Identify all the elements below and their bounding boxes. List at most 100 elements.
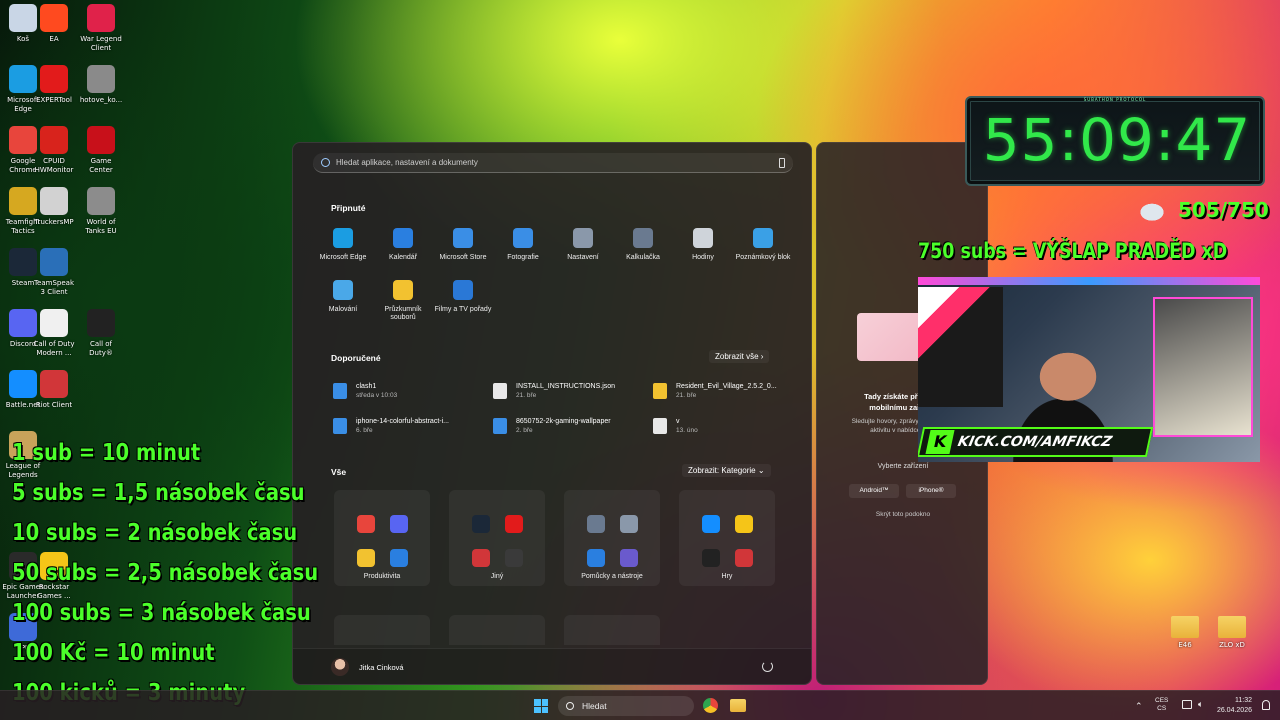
app-icon [505, 515, 523, 533]
app-icon [587, 549, 605, 567]
category-folder-1[interactable]: Jiný [449, 490, 545, 586]
folder-app-grid [348, 506, 416, 567]
recommended-item-date: 2. bře [516, 427, 533, 434]
desktop-icon-world-of-tanks-eu[interactable]: World of Tanks EU [78, 187, 124, 236]
pinned-app-store[interactable]: Microsoft Store [432, 228, 494, 262]
taskbar-explorer-icon[interactable] [730, 699, 746, 712]
android-button[interactable]: Android™ [849, 484, 899, 498]
recommended-item-date: 21. bře [516, 392, 537, 399]
volume-icon[interactable]: 🔈︎ [1198, 699, 1203, 710]
desktop-icon-war-legend-client[interactable]: War Legend Client [78, 4, 124, 53]
folder-app-grid [463, 506, 531, 567]
subathon-rule: 100 Kč = 10 minut [12, 640, 215, 666]
recommended-item[interactable]: iphone-14-colorful-abstract-i... 6. bře [333, 414, 483, 438]
power-button[interactable] [762, 661, 773, 672]
desktop-icon-cpuid-hwmonitor[interactable]: CPUID HWMonitor [31, 126, 77, 175]
kick-logo-icon: K [925, 430, 955, 454]
network-icon[interactable] [1182, 700, 1192, 709]
kick-banner: K KICK.COM/AMFIKCZ [918, 427, 1154, 457]
paint-icon [333, 280, 353, 300]
clock[interactable]: 11:32 26.04.2026 [1212, 696, 1252, 716]
recommended-item[interactable]: Resident_Evil_Village_2.5.2_0... 21. bře [653, 379, 803, 403]
category-folder-3[interactable]: Hry [679, 490, 775, 586]
avatar [331, 658, 349, 676]
subathon-rule: 5 subs = 1,5 násobek času [12, 480, 305, 506]
folder-icon [653, 383, 667, 399]
app-icon [505, 549, 523, 567]
phone-link-icon[interactable] [779, 158, 785, 168]
user-name: Jitka Cinková [359, 662, 404, 672]
desktop-icon-call-of-duty-modern-[interactable]: Call of Duty Modern ... [31, 309, 77, 358]
cam-led-strip [918, 277, 1260, 285]
desktop-icon-hotove-ko-[interactable]: hotove_ko... [78, 65, 124, 105]
edge-icon [333, 228, 353, 248]
recommended-item-name: clash1 [356, 383, 377, 390]
recommended-item-name: Resident_Evil_Village_2.5.2_0... [676, 383, 777, 390]
recommended-item-date: 21. bře [676, 392, 697, 399]
pinned-app-calendar[interactable]: Kalendář [372, 228, 434, 262]
desktop-icon-teamspeak-3-client[interactable]: TeamSpeak 3 Client [31, 248, 77, 297]
start-search-box[interactable]: Hledat aplikace, nastavení a dokumenty [313, 153, 793, 173]
pinned-app-photos[interactable]: Fotografie [492, 228, 554, 262]
calculator-icon [633, 228, 653, 248]
start-button[interactable] [534, 699, 548, 713]
category-folder-partial[interactable] [564, 615, 660, 645]
recommended-item[interactable]: v 13. úno [653, 414, 803, 438]
recommended-item[interactable]: 8650752-2k-gaming-wallpaper 2. bře [493, 414, 643, 438]
pinned-title: Připnuté [331, 203, 366, 213]
app-icon [735, 515, 753, 533]
desktop-folder-zlo[interactable]: ZLO xD [1202, 616, 1262, 650]
recommended-show-all-button[interactable]: Zobrazit vše › [709, 350, 770, 363]
category-folder-label: Jiný [490, 573, 504, 580]
subathon-rule: 10 subs = 2 násobek času [12, 520, 298, 546]
pinned-app-edge[interactable]: Microsoft Edge [312, 228, 374, 262]
pinned-app-gear[interactable]: Nastavení [552, 228, 614, 262]
iphone-button[interactable]: iPhone® [906, 484, 956, 498]
pinned-app-notepad[interactable]: Poznámkový blok [732, 228, 794, 262]
hide-panel-link[interactable]: Skrýt toto podokno [817, 511, 989, 518]
category-folder-partial[interactable] [449, 615, 545, 645]
subs-goal: 750 subs = VÝŠLAP PRADĚD xD [918, 239, 1228, 263]
category-folder-partial[interactable] [334, 615, 430, 645]
taskbar-search[interactable]: Hledat [558, 696, 694, 716]
desktop-icon-ea[interactable]: EA [31, 4, 77, 44]
app-icon [735, 549, 753, 567]
folder-icon [1171, 616, 1199, 638]
subathon-rule: 100 subs = 3 násobek času [12, 600, 311, 626]
image-file-icon [333, 418, 347, 434]
search-icon [566, 702, 574, 710]
app-icon [587, 515, 605, 533]
chevron-up-icon[interactable]: ⌃ [1135, 701, 1143, 712]
desktop-icon-truckersmp[interactable]: TruckersMP [31, 187, 77, 227]
bell-icon[interactable] [1262, 700, 1270, 710]
subathon-rule: 50 subs = 2,5 násobek času [12, 560, 319, 586]
document-icon [493, 383, 507, 399]
hwmonitor-icon [40, 126, 68, 154]
recommended-item[interactable]: INSTALL_INSTRUCTIONS.json 21. bře [493, 379, 643, 403]
shark-icon [1140, 199, 1170, 221]
pinned-app-folder[interactable]: Průzkumník souborů [372, 280, 434, 322]
desktop-icon-riot-client[interactable]: Riot Client [31, 370, 77, 410]
app-icon [472, 549, 490, 567]
desktop-icon-call-of-duty-[interactable]: Call of Duty® [78, 309, 124, 358]
pinned-app-calculator[interactable]: Kalkulačka [612, 228, 674, 262]
desktop-icon-game-center[interactable]: Game Center [78, 126, 124, 175]
pinned-app-movies[interactable]: Filmy a TV pořady [432, 280, 494, 314]
user-account-button[interactable]: Jitka Cinková [331, 658, 404, 676]
taskbar: Hledat ⌃ CES CS 🔈︎ 11:32 26.04.2026 [0, 690, 1280, 720]
cam-monitor-left [918, 287, 1003, 407]
pinned-app-clock[interactable]: Hodiny [672, 228, 734, 262]
category-folder-0[interactable]: Produktivita [334, 490, 430, 586]
pinned-app-paint[interactable]: Malování [312, 280, 374, 314]
taskbar-chrome-icon[interactable] [703, 698, 718, 713]
app-icon [620, 549, 638, 567]
category-folder-2[interactable]: Pomůcky a nástroje [564, 490, 660, 586]
recommended-item[interactable]: clash1 středa v 10:03 [333, 379, 483, 403]
calendar-icon [393, 228, 413, 248]
folder-app-grid [693, 506, 761, 567]
all-apps-view-dropdown[interactable]: Zobrazit: Kategorie ⌄ [682, 464, 771, 477]
store-icon [453, 228, 473, 248]
desktop-icon-expertool[interactable]: EXPERTool [31, 65, 77, 105]
language-indicator[interactable]: CES CS [1155, 697, 1168, 713]
folder-icon [1218, 616, 1246, 638]
